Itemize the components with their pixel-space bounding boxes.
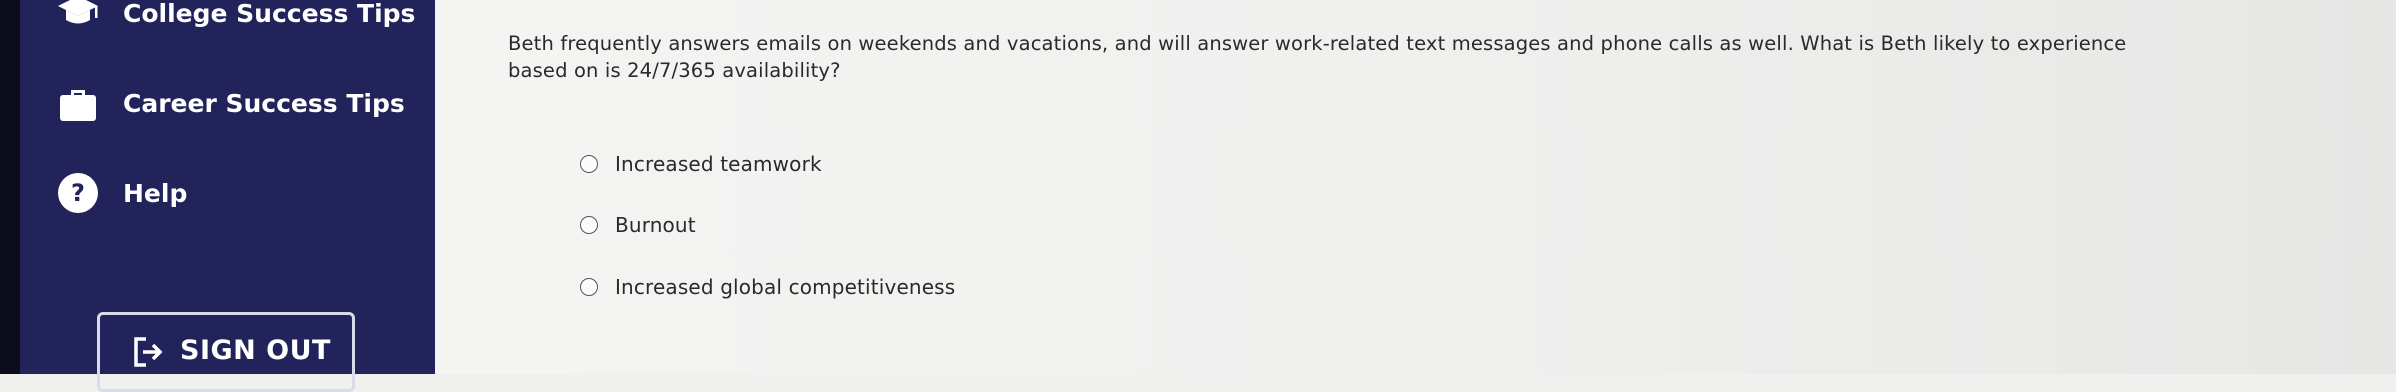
answer-option-label: Increased teamwork <box>615 152 822 176</box>
answer-option-label: Increased global competitiveness <box>615 275 956 299</box>
radio-button[interactable] <box>580 278 598 296</box>
sidebar-item-college-success-tips[interactable]: College Success Tips <box>55 0 415 36</box>
graduation-cap-icon <box>55 0 101 36</box>
sidebar-item-career-success-tips[interactable]: Career Success Tips <box>55 80 405 126</box>
briefcase-icon <box>55 80 101 126</box>
sidebar-edge <box>0 0 20 374</box>
answer-option[interactable]: Burnout <box>580 213 696 237</box>
radio-button[interactable] <box>580 155 598 173</box>
svg-text:?: ? <box>71 179 85 207</box>
question-panel: Beth frequently answers emails on weeken… <box>435 0 2396 374</box>
answer-option[interactable]: Increased teamwork <box>580 152 822 176</box>
sidebar-item-label: Career Success Tips <box>123 88 405 118</box>
sidebar-item-label: Help <box>123 178 188 208</box>
answer-option-label: Burnout <box>615 213 696 237</box>
question-text: Beth frequently answers emails on weeken… <box>508 32 2127 82</box>
sign-out-icon <box>132 335 166 373</box>
help-icon: ? <box>55 170 101 216</box>
answer-option[interactable]: Increased global competitiveness <box>580 275 955 299</box>
sign-out-button[interactable]: SIGN OUT <box>97 312 355 392</box>
sidebar-item-label: College Success Tips <box>123 0 416 28</box>
sign-out-label: SIGN OUT <box>180 335 331 366</box>
sidebar: College Success Tips Career Success Tips… <box>0 0 435 392</box>
sidebar-item-help[interactable]: ? Help <box>55 170 187 216</box>
radio-button[interactable] <box>580 216 598 234</box>
